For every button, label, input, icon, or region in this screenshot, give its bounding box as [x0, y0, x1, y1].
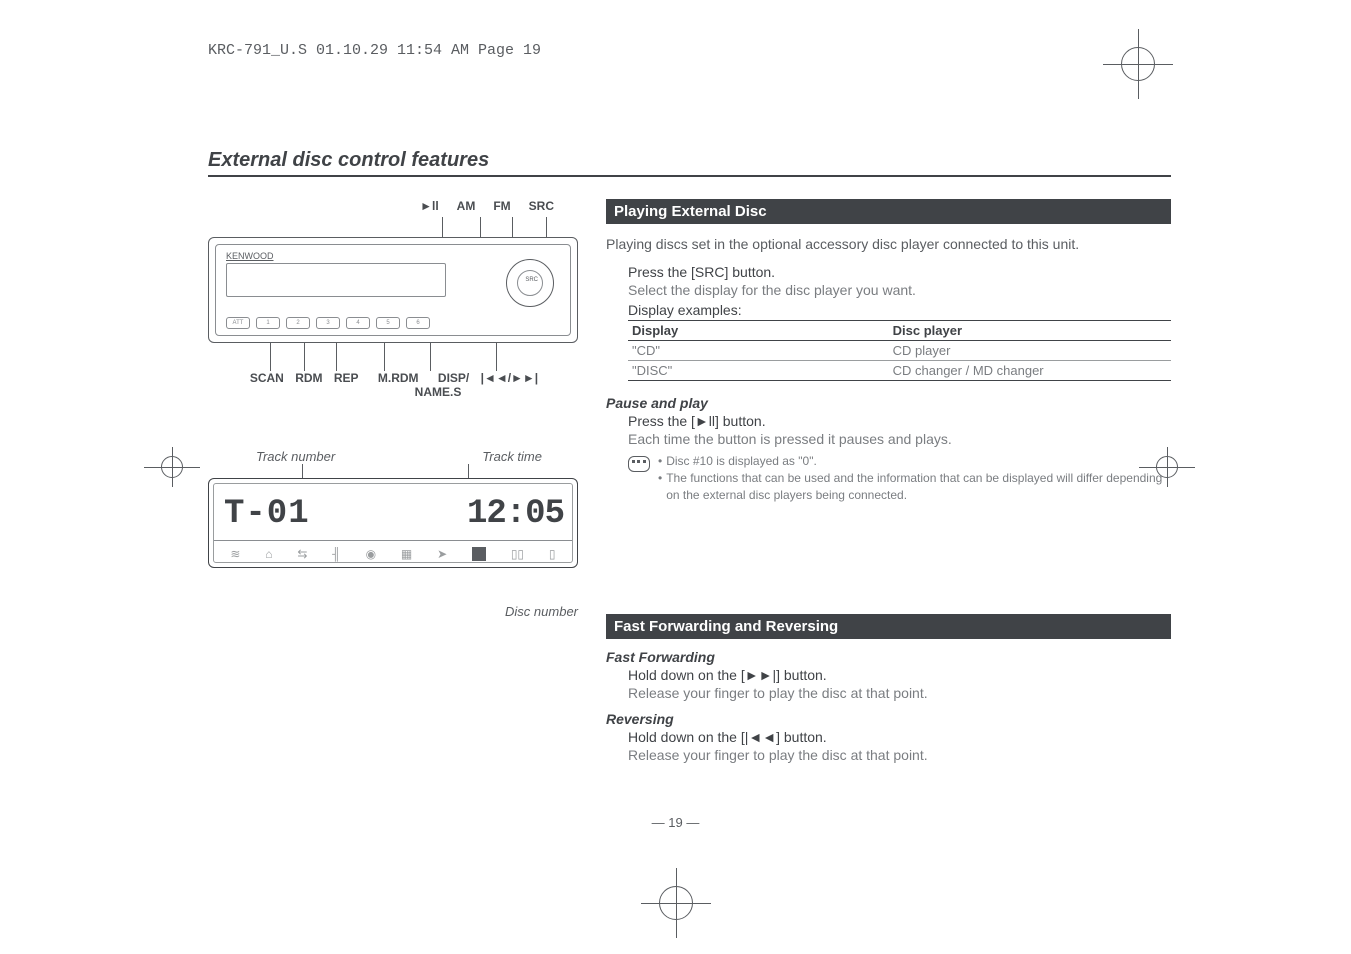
- track-number-label: Track number: [256, 449, 335, 464]
- cell-changer: CD changer / MD changer: [889, 361, 1171, 381]
- track-time-label: Track time: [482, 449, 542, 464]
- page-title: External disc control features: [208, 149, 1171, 172]
- fp-btn-3: 3: [316, 317, 340, 329]
- display-examples-label: Display examples:: [628, 302, 1171, 318]
- note-block: •Disc #10 is displayed as "0". •The func…: [606, 453, 1171, 503]
- cell-disc: "DISC": [628, 361, 889, 381]
- lcd-track-number: T-01: [224, 497, 310, 531]
- display-pointer-lines: [208, 464, 578, 478]
- label-rep: REP: [334, 371, 359, 385]
- label-mrdm: M.RDM: [378, 371, 419, 385]
- lcd-glyph-disc: ◉: [366, 547, 376, 561]
- lcd-glyph-grid: ▦: [401, 547, 412, 561]
- pause-step: Press the [►ll] button.: [628, 413, 1171, 429]
- display-examples-table: Display Disc player "CD" CD player "DISC…: [628, 320, 1171, 381]
- cell-cd-player: CD player: [889, 341, 1171, 361]
- registration-mark-top: [1121, 47, 1155, 81]
- faceplate-src: SRC: [525, 277, 538, 283]
- table-header-display: Display: [628, 321, 889, 341]
- imposition-header: KRC-791_U.S 01.10.29 11:54 AM Page 19: [208, 42, 1171, 59]
- label-src: SRC: [529, 199, 554, 213]
- lcd-glyph-bars: ▯▯: [511, 547, 524, 561]
- label-seek: |◄◄/►►|: [481, 371, 539, 385]
- left-column: ►ll AM FM SRC KENWOOD SRC ATT 1: [208, 199, 578, 767]
- section-ff-rev: Fast Forwarding and Reversing: [606, 614, 1171, 639]
- fp-btn-att: ATT: [226, 317, 250, 329]
- label-scan: SCAN: [250, 371, 284, 385]
- registration-mark-right: [1139, 453, 1195, 481]
- section-playing-external-disc: Playing External Disc: [606, 199, 1171, 224]
- pause-sub: Each time the button is pressed it pause…: [628, 431, 1171, 447]
- lcd-glyph-sep: ╢: [332, 547, 341, 561]
- disc-number-label: Disc number: [208, 604, 578, 619]
- ff-sub: Release your finger to play the disc at …: [628, 685, 1171, 701]
- note-item-2: •The functions that can be used and the …: [658, 470, 1171, 504]
- fp-btn-2: 2: [286, 317, 310, 329]
- ff-step: Hold down on the [►►|] button.: [628, 667, 1171, 683]
- faceplate-knob: [506, 259, 554, 307]
- rev-sub: Release your finger to play the disc at …: [628, 747, 1171, 763]
- faceplate-screen: [226, 263, 446, 297]
- lcd-diagram: T-01 12:05 ≋ ⌂ ⇆ ╢ ◉ ▦ ➤ ▯▯ ▯: [208, 478, 578, 568]
- lcd-glyph-arrows: ⇆: [297, 547, 307, 561]
- playing-intro: Playing discs set in the optional access…: [606, 234, 1171, 254]
- fp-btn-4: 4: [346, 317, 370, 329]
- note-icon: [628, 456, 650, 472]
- table-row: "DISC" CD changer / MD changer: [628, 361, 1171, 381]
- lcd-glyph-send: ➤: [437, 547, 447, 561]
- press-src-step: Press the [SRC] button.: [628, 264, 1171, 280]
- title-rule: [208, 175, 1171, 177]
- right-column: Playing External Disc Playing discs set …: [606, 199, 1171, 767]
- fp-btn-5: 5: [376, 317, 400, 329]
- display-labels: Track number Track time: [208, 449, 578, 464]
- label-fm: FM: [493, 199, 510, 213]
- rev-step: Hold down on the [|◄◄] button.: [628, 729, 1171, 745]
- lcd-indicators: ≋ ⌂ ⇆ ╢ ◉ ▦ ➤ ▯▯ ▯: [214, 540, 572, 566]
- lcd-glyph-bars2: ▯: [549, 547, 556, 561]
- lcd-glyph-flag: [472, 547, 486, 561]
- faceplate-diagram: KENWOOD SRC ATT 1 2 3 4 5 6: [208, 237, 578, 343]
- lcd-track-time: 12:05: [467, 497, 564, 531]
- pause-and-play-head: Pause and play: [606, 395, 1171, 411]
- select-display-sub: Select the display for the disc player y…: [628, 282, 1171, 298]
- fp-btn-6: 6: [406, 317, 430, 329]
- registration-mark-left: [144, 453, 200, 481]
- lcd-glyph-wave: ≋: [230, 547, 240, 561]
- note-item-1: •Disc #10 is displayed as "0".: [658, 453, 1171, 470]
- label-names: NAME.S: [298, 385, 578, 399]
- fast-forwarding-head: Fast Forwarding: [606, 649, 1171, 665]
- label-rdm: RDM: [295, 371, 322, 385]
- label-disp: DISP/: [438, 371, 469, 385]
- faceplate-bottom-buttons: ATT 1 2 3 4 5 6: [226, 317, 430, 329]
- pointer-lines-bottom: [208, 343, 578, 371]
- fp-btn-1: 1: [256, 317, 280, 329]
- registration-mark-bottom: [659, 886, 693, 920]
- faceplate-brand: KENWOOD: [226, 251, 274, 261]
- label-am: AM: [457, 199, 476, 213]
- table-row: "CD" CD player: [628, 341, 1171, 361]
- top-button-labels: ►ll AM FM SRC: [208, 199, 578, 213]
- page-number: — 19 —: [0, 815, 1351, 830]
- cell-cd: "CD": [628, 341, 889, 361]
- bottom-button-labels: SCAN RDM REP M.RDM DISP/ |◄◄/►►| NAME.S: [208, 371, 578, 399]
- pointer-lines-top: [208, 217, 578, 237]
- table-header-disc-player: Disc player: [889, 321, 1171, 341]
- label-playpause: ►ll: [420, 199, 439, 213]
- reversing-head: Reversing: [606, 711, 1171, 727]
- lcd-glyph-eq: ⌂: [265, 547, 272, 561]
